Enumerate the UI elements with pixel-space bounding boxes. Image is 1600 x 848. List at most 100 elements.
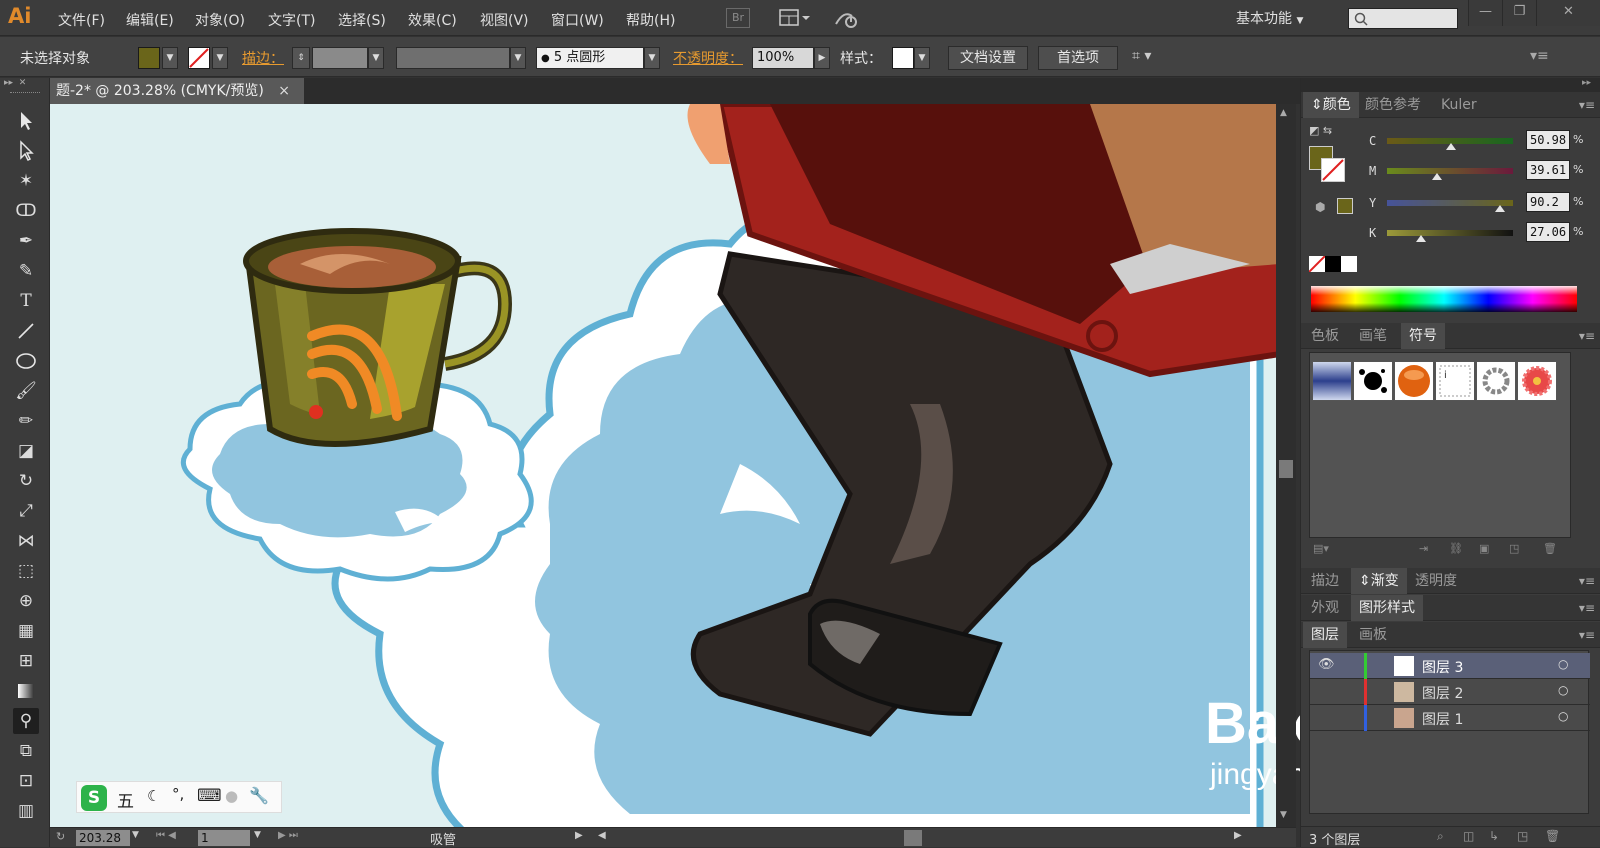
slider-value-m[interactable]: 39.61 xyxy=(1526,160,1570,180)
symbol-flower[interactable] xyxy=(1517,361,1557,401)
preferences-button[interactable]: 首选项 xyxy=(1038,46,1118,70)
toolbox-header[interactable]: ▸▸ ✕ xyxy=(4,78,48,90)
stroke-weight-input[interactable] xyxy=(312,47,368,69)
horizontal-scroll-thumb[interactable] xyxy=(904,830,922,846)
paintbrush-tool-icon[interactable]: 🖌 xyxy=(13,378,39,404)
gradient-tool-icon[interactable] xyxy=(13,678,39,704)
menu-object[interactable]: 对象(O) xyxy=(195,10,245,30)
restore-button[interactable]: ❐ xyxy=(1502,0,1536,26)
tab-transparency[interactable]: 透明度 xyxy=(1407,568,1465,594)
symbol-blue-banner[interactable] xyxy=(1312,361,1352,401)
target-circle-icon[interactable]: ○ xyxy=(1558,683,1568,697)
rotate-view-icon[interactable]: ↻ xyxy=(56,830,65,843)
close-document-icon[interactable]: × xyxy=(278,78,290,104)
variable-width-profile[interactable] xyxy=(396,47,510,69)
opacity-input[interactable]: 100% xyxy=(752,47,814,69)
layer-name[interactable]: 图层 1 xyxy=(1422,709,1463,729)
symbol-library-icon[interactable]: ▤▾ xyxy=(1313,542,1329,555)
fill-dropdown[interactable]: ▼ xyxy=(162,47,178,69)
punctuation-icon[interactable]: °, xyxy=(172,785,184,803)
perspective-grid-tool-icon[interactable]: ▦ xyxy=(13,618,39,644)
width-tool-icon[interactable]: ⋈ xyxy=(13,528,39,554)
stroke-weight-dropdown[interactable]: ▼ xyxy=(368,47,384,69)
ime-mode[interactable]: 五 xyxy=(117,787,134,812)
bridge-button[interactable]: Br xyxy=(726,8,750,28)
slider-thumb-m[interactable] xyxy=(1432,173,1443,180)
slider-track-m[interactable] xyxy=(1387,168,1513,174)
brush-definition[interactable]: ● 5 点圆形 xyxy=(536,47,644,69)
delete-symbol-icon[interactable]: 🗑 xyxy=(1543,542,1557,555)
color-panel-menu-icon[interactable]: ▾≡ xyxy=(1579,98,1595,112)
status-menu-icon[interactable]: ▶ xyxy=(575,830,583,841)
arrange-documents-icon[interactable] xyxy=(778,7,812,29)
symbol-orange-button[interactable] xyxy=(1394,361,1434,401)
scroll-left-icon[interactable]: ◀ xyxy=(598,830,606,841)
menu-select[interactable]: 选择(S) xyxy=(338,10,386,30)
locate-object-icon[interactable]: ⌕ xyxy=(1437,829,1444,844)
graphic-style-swatch[interactable] xyxy=(892,47,914,69)
symbol-options-icon[interactable]: ▣ xyxy=(1479,542,1489,555)
color-spectrum[interactable] xyxy=(1311,286,1577,312)
stroke-dropdown[interactable]: ▼ xyxy=(212,47,228,69)
slider-track-y[interactable] xyxy=(1387,200,1513,206)
first-artboard-icon[interactable]: ⏮ ◀ xyxy=(156,830,176,841)
pencil-tool-icon[interactable]: ✏ xyxy=(13,408,39,434)
curvature-pen-tool-icon[interactable]: ✎ xyxy=(13,258,39,284)
vertical-scrollbar[interactable]: ▲ ▼ xyxy=(1276,104,1296,827)
scroll-thumb[interactable] xyxy=(1279,460,1293,478)
control-panel-menu-icon[interactable]: ▾≡ xyxy=(1530,48,1549,64)
menu-help[interactable]: 帮助(H) xyxy=(626,10,675,30)
opacity-label[interactable]: 不透明度： xyxy=(673,48,743,68)
eraser-tool-icon[interactable]: ◪ xyxy=(13,438,39,464)
tab-stroke[interactable]: 描边 xyxy=(1303,568,1347,594)
fill-color-swatch[interactable] xyxy=(138,47,160,69)
menu-edit[interactable]: 编辑(E) xyxy=(126,10,174,30)
slider-value-c[interactable]: 50.98 xyxy=(1526,130,1570,150)
wrench-icon[interactable]: 🔧 xyxy=(249,786,269,805)
style-dropdown[interactable]: ▼ xyxy=(914,47,930,69)
close-window-button[interactable]: ✕ xyxy=(1536,0,1600,26)
document-tab[interactable]: 题-2* @ 203.28% (CMYK/预览) × xyxy=(50,78,304,104)
scroll-up-icon[interactable]: ▲ xyxy=(1280,108,1287,118)
symbol-9-slice[interactable]: i xyxy=(1435,361,1475,401)
slider-value-k[interactable]: 27.06 xyxy=(1526,222,1570,242)
zoom-input[interactable]: 203.28 xyxy=(76,830,130,846)
next-artboard-icon[interactable]: ▶ ⏭ xyxy=(278,830,298,841)
sync-settings-icon[interactable] xyxy=(832,8,860,30)
delete-layer-icon[interactable]: 🗑 xyxy=(1545,829,1560,843)
menu-view[interactable]: 视图(V) xyxy=(480,10,529,30)
scroll-down-icon[interactable]: ▼ xyxy=(1280,810,1287,820)
tab-color-guide[interactable]: 颜色参考 xyxy=(1357,92,1429,118)
symbol-sprayer-tool-icon[interactable]: ⊡ xyxy=(13,768,39,794)
visibility-eye-icon[interactable]: 👁 xyxy=(1318,657,1335,672)
symbol-chain-ring[interactable] xyxy=(1476,361,1516,401)
stroke-color-swatch[interactable] xyxy=(188,47,210,69)
user-icon[interactable]: ● xyxy=(225,787,238,805)
pen-tool-icon[interactable]: ✒ xyxy=(13,228,39,254)
symbol-ink-splat[interactable] xyxy=(1353,361,1393,401)
tab-layers[interactable]: 图层 xyxy=(1303,622,1347,648)
tab-kuler[interactable]: Kuler xyxy=(1433,92,1485,118)
slider-value-y[interactable]: 90.2 xyxy=(1526,192,1570,212)
line-tool-icon[interactable] xyxy=(13,318,39,344)
slider-thumb-y[interactable] xyxy=(1495,205,1506,212)
minimize-button[interactable]: — xyxy=(1468,0,1502,26)
tab-graphic-styles[interactable]: 图形样式 xyxy=(1351,595,1423,621)
layer-row-2[interactable]: 图层 2 ○ xyxy=(1310,679,1590,705)
isolate-icon[interactable]: ⌗ ▾ xyxy=(1132,48,1151,64)
opacity-arrow[interactable]: ▶ xyxy=(814,47,830,69)
tab-brushes[interactable]: 画笔 xyxy=(1351,323,1395,349)
stroke-label[interactable]: 描边： xyxy=(242,48,284,68)
break-link-icon[interactable]: ⛓ xyxy=(1449,542,1463,555)
target-circle-icon[interactable]: ○ xyxy=(1558,657,1568,671)
menu-type[interactable]: 文字(T) xyxy=(268,10,315,30)
scale-tool-icon[interactable]: ⤢ xyxy=(13,498,39,524)
clipping-mask-icon[interactable]: ◫ xyxy=(1463,829,1474,843)
slider-thumb-c[interactable] xyxy=(1446,143,1457,150)
half-width-icon[interactable]: ☾ xyxy=(147,787,160,805)
new-symbol-icon[interactable]: ◳ xyxy=(1509,542,1519,555)
rotate-tool-icon[interactable]: ↻ xyxy=(13,468,39,494)
artboard-number-input[interactable]: 1 xyxy=(198,830,250,846)
symbols-panel-menu-icon[interactable]: ▾≡ xyxy=(1579,329,1595,343)
new-layer-icon[interactable]: ◳ xyxy=(1517,829,1528,843)
